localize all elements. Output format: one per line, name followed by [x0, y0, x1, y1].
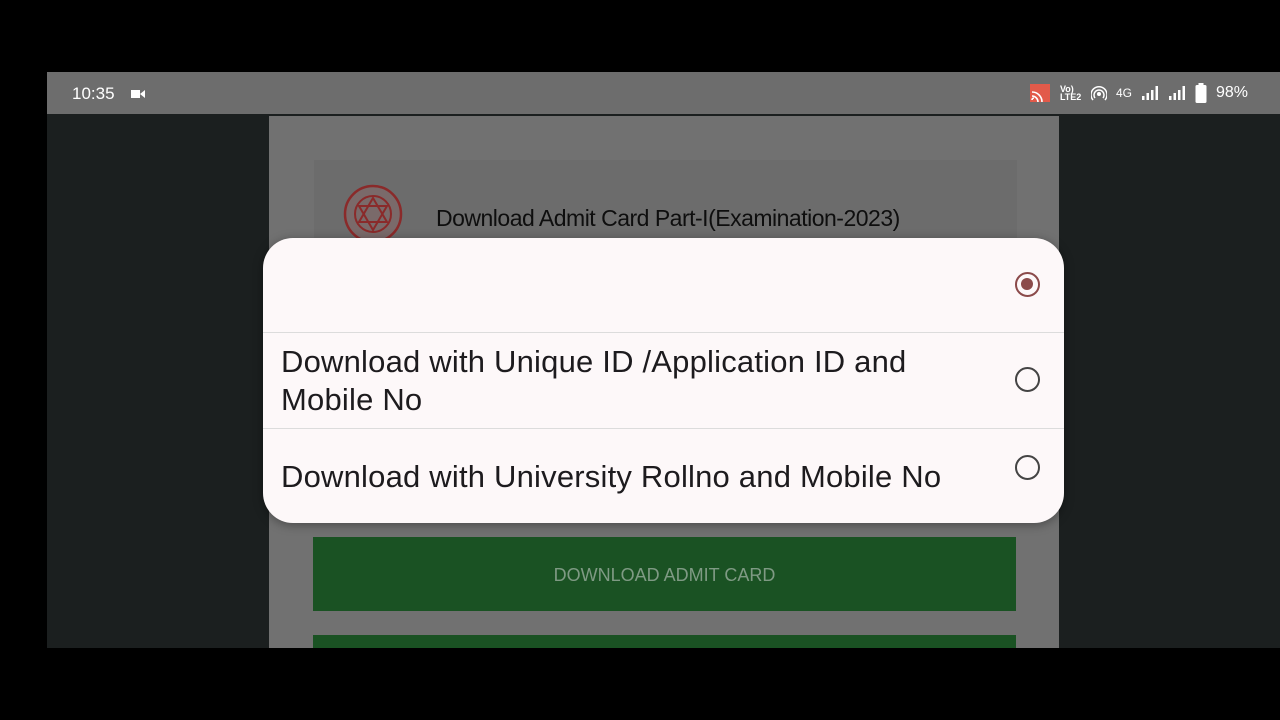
status-icons: Vo) LTE2 4G 98%	[1029, 82, 1248, 104]
status-bar: 10:35 Vo) LTE2 4G 98%	[47, 72, 1280, 114]
radio-unselected-icon[interactable]	[1015, 367, 1040, 392]
radio-unselected-icon[interactable]	[1015, 455, 1040, 480]
option-unique-id[interactable]: Download with Unique ID /Application ID …	[263, 333, 1064, 428]
cast-icon	[1029, 84, 1050, 103]
page-title: Download Admit Card Part-I(Examination-2…	[436, 205, 900, 231]
option-university-rollno[interactable]: Download with University Rollno and Mobi…	[263, 429, 1064, 523]
battery-icon	[1195, 83, 1207, 103]
signal-icon	[1141, 86, 1158, 100]
network-type: 4G	[1115, 86, 1132, 100]
option-label: Download with Unique ID /Application ID …	[281, 344, 907, 417]
radio-selected-icon[interactable]	[1015, 272, 1040, 297]
download-admit-card-button[interactable]: DOWNLOAD ADMIT CARD	[313, 537, 1016, 611]
status-time: 10:35	[72, 84, 115, 103]
download-option-dialog: Download with Unique ID /Application ID …	[263, 238, 1064, 523]
secondary-green-button[interactable]	[313, 635, 1016, 648]
signal-icon	[1168, 86, 1185, 100]
option-blank[interactable]	[263, 238, 1064, 332]
video-record-icon	[131, 90, 145, 98]
battery-percent: 98%	[1215, 84, 1248, 101]
university-logo-icon	[343, 184, 403, 244]
volte-label: Vo) LTE2	[1059, 84, 1082, 102]
hotspot-icon	[1090, 85, 1107, 101]
option-label: Download with University Rollno and Mobi…	[281, 459, 942, 494]
